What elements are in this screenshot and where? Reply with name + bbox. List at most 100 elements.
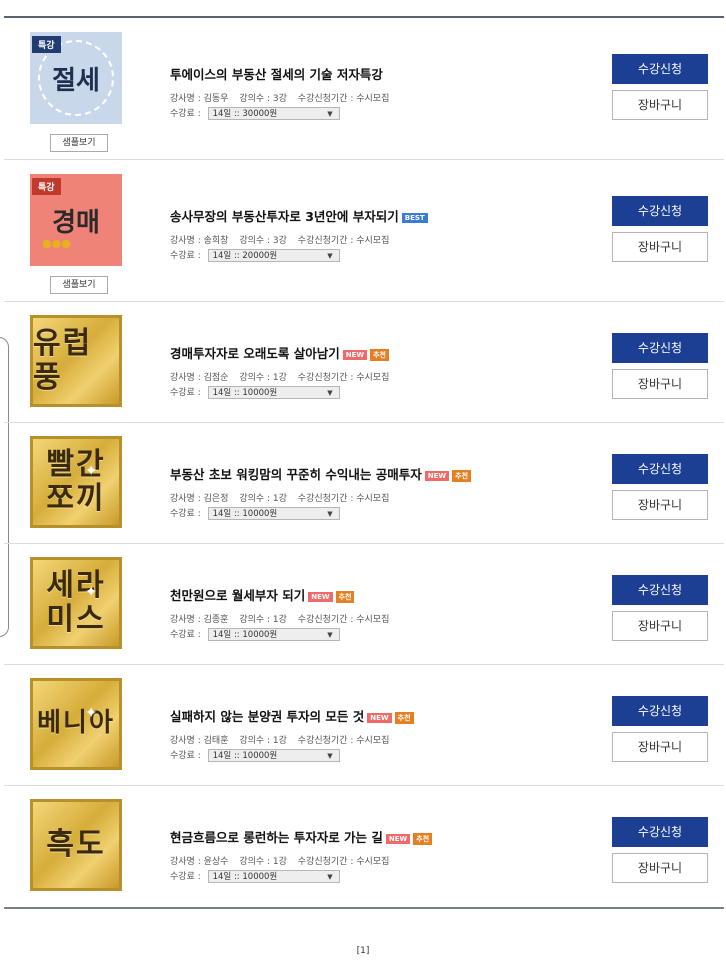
fee-select[interactable]: 14일 :: 10000원 ▼ xyxy=(207,749,340,762)
instructor-name: 강사명 : 김점순 xyxy=(170,373,229,383)
apply-button[interactable]: 수강신청 xyxy=(612,196,708,226)
course-meta: 강사명 : 김종훈 강의수 : 1강 수강신청기간 : 수시모집 xyxy=(170,612,397,625)
course-thumbnail[interactable]: 베니아 ✦ xyxy=(30,678,122,770)
dropdown-arrow-icon: ▼ xyxy=(327,873,333,881)
fee-label: 수강료 : xyxy=(170,109,201,119)
instructor-name: 강사명 : 김동우 xyxy=(170,94,229,104)
dropdown-arrow-icon: ▼ xyxy=(327,110,333,118)
best-badge: BEST xyxy=(401,212,428,223)
course-title[interactable]: 송사무장의 부동산투자로 3년안에 부자되기 BEST xyxy=(170,206,428,225)
course-thumbnail[interactable]: 특강 절세 xyxy=(30,32,122,124)
instructor-name: 강사명 : 윤상수 xyxy=(170,857,229,867)
course-title-text[interactable]: 경매투자자로 오래도록 살아남기 xyxy=(170,346,340,361)
thumbnail-label: 베니아 xyxy=(37,708,115,739)
course-row: 특강 경매 ●●● 샘플보기 송사무장의 부동산투자로 3년안에 부자되기 BES… xyxy=(4,160,724,302)
apply-button[interactable]: 수강신청 xyxy=(612,575,708,605)
fee-select[interactable]: 14일 :: 10000원 ▼ xyxy=(207,507,340,520)
apply-button[interactable]: 수강신청 xyxy=(612,696,708,726)
fee-select-value: 14일 :: 10000원 xyxy=(212,751,278,761)
course-title-text[interactable]: 천만원으로 월세부자 되기 xyxy=(170,588,305,603)
sparkle-icon: ✦ xyxy=(85,584,99,600)
course-fee: 수강료 : 14일 :: 10000원 ▼ xyxy=(170,385,340,399)
sample-view-button[interactable]: 샘플보기 xyxy=(50,276,108,294)
fee-select-value: 14일 :: 10000원 xyxy=(212,388,278,398)
course-thumbnail[interactable]: 흑도 xyxy=(30,799,122,891)
enroll-period: 수강신청기간 : 수시모집 xyxy=(297,94,390,104)
new-badge: NEW xyxy=(308,591,333,602)
lecture-count: 강의수 : 1강 xyxy=(239,494,287,504)
apply-button[interactable]: 수강신청 xyxy=(612,817,708,847)
instructor-name: 강사명 : 김태훈 xyxy=(170,736,229,746)
course-title-text[interactable]: 부동산 초보 워킹맘의 꾸준히 수익내는 공매투자 xyxy=(170,467,422,482)
course-meta: 강사명 : 김점순 강의수 : 1강 수강신청기간 : 수시모집 xyxy=(170,370,397,383)
fee-label: 수강료 : xyxy=(170,630,201,640)
course-fee: 수강료 : 14일 :: 30000원 ▼ xyxy=(170,106,340,120)
lecture-count: 강의수 : 3강 xyxy=(239,94,287,104)
cart-button[interactable]: 장바구니 xyxy=(612,90,708,120)
coins-icon: ●●● xyxy=(42,237,71,250)
course-thumbnail[interactable]: 유럽풍 xyxy=(30,315,122,407)
cart-button[interactable]: 장바구니 xyxy=(612,490,708,520)
fee-select[interactable]: 14일 :: 10000원 ▼ xyxy=(207,870,340,883)
enroll-period: 수강신청기간 : 수시모집 xyxy=(297,236,390,246)
course-title[interactable]: 경매투자자로 오래도록 살아남기 NEW 추천 xyxy=(170,343,389,362)
cart-button[interactable]: 장바구니 xyxy=(612,611,708,641)
course-title-text[interactable]: 현금흐름으로 롱런하는 투자자로 가는 길 xyxy=(170,830,383,845)
course-title[interactable]: 실패하지 않는 분양권 투자의 모든 것 NEW 추천 xyxy=(170,706,414,725)
page-link[interactable]: [1] xyxy=(357,946,370,956)
cart-button[interactable]: 장바구니 xyxy=(612,369,708,399)
course-thumbnail[interactable]: 빨간 쪼끼 ✦ xyxy=(30,436,122,528)
fee-select[interactable]: 14일 :: 30000원 ▼ xyxy=(207,107,340,120)
new-badge: NEW xyxy=(424,470,450,481)
course-thumbnail[interactable]: 특강 경매 ●●● xyxy=(30,174,122,266)
fee-label: 수강료 : xyxy=(170,509,201,519)
fee-select-value: 14일 :: 10000원 xyxy=(212,872,278,882)
fee-label: 수강료 : xyxy=(170,872,201,882)
course-title[interactable]: 현금흐름으로 롱런하는 투자자로 가는 길 NEW 추천 xyxy=(170,827,433,846)
course-row: 빨간 쪼끼 ✦ 부동산 초보 워킹맘의 꾸준히 수익내는 공매투자 NEW 추천 강… xyxy=(4,423,724,544)
recommend-badge: 추천 xyxy=(452,469,472,482)
fee-select[interactable]: 14일 :: 10000원 ▼ xyxy=(207,386,340,399)
course-thumbnail[interactable]: 세라 미스 ✦ xyxy=(30,557,122,649)
course-row: 흑도 현금흐름으로 롱런하는 투자자로 가는 길 NEW 추천 강사명 : 윤상수 … xyxy=(4,786,724,906)
course-meta: 강사명 : 김동우 강의수 : 3강 수강신청기간 : 수시모집 xyxy=(170,91,397,104)
thumbnail-label: 절세 xyxy=(52,65,100,96)
instructor-name: 강사명 : 김종훈 xyxy=(170,615,229,625)
fee-select[interactable]: 14일 :: 10000원 ▼ xyxy=(207,628,340,641)
cart-button[interactable]: 장바구니 xyxy=(612,853,708,883)
sample-view-button[interactable]: 샘플보기 xyxy=(50,134,108,152)
dropdown-arrow-icon: ▼ xyxy=(327,389,333,397)
pagination: [1] xyxy=(0,946,726,956)
course-meta: 강사명 : 송희창 강의수 : 3강 수강신청기간 : 수시모집 xyxy=(170,233,397,246)
dropdown-arrow-icon: ▼ xyxy=(327,510,333,518)
lecture-count: 강의수 : 1강 xyxy=(239,373,287,383)
course-title[interactable]: 부동산 초보 워킹맘의 꾸준히 수익내는 공매투자 NEW 추천 xyxy=(170,464,472,483)
apply-button[interactable]: 수강신청 xyxy=(612,454,708,484)
cart-button[interactable]: 장바구니 xyxy=(612,732,708,762)
new-badge: NEW xyxy=(367,712,392,723)
lecture-count: 강의수 : 1강 xyxy=(239,736,287,746)
recommend-badge: 추천 xyxy=(413,832,433,845)
lecture-count: 강의수 : 1강 xyxy=(239,615,287,625)
recommend-badge: 추천 xyxy=(370,348,389,361)
sparkle-icon: ✦ xyxy=(85,463,99,479)
cart-button[interactable]: 장바구니 xyxy=(612,232,708,262)
course-title-text[interactable]: 투에이스의 부동산 절세의 기술 저자특강 xyxy=(170,67,383,82)
fee-label: 수강료 : xyxy=(170,388,201,398)
enroll-period: 수강신청기간 : 수시모집 xyxy=(297,373,390,383)
fee-select-value: 14일 :: 30000원 xyxy=(212,109,278,119)
course-title[interactable]: 투에이스의 부동산 절세의 기술 저자특강 xyxy=(170,64,383,83)
apply-button[interactable]: 수강신청 xyxy=(612,333,708,363)
apply-button[interactable]: 수강신청 xyxy=(612,54,708,84)
thumbnail-label: 경매 xyxy=(52,207,100,238)
course-row: 베니아 ✦ 실패하지 않는 분양권 투자의 모든 것 NEW 추천 강사명 : 김태… xyxy=(4,665,724,786)
course-title-text[interactable]: 실패하지 않는 분양권 투자의 모든 것 xyxy=(170,709,364,724)
course-title[interactable]: 천만원으로 월세부자 되기 NEW 추천 xyxy=(170,585,355,604)
dropdown-arrow-icon: ▼ xyxy=(327,752,333,760)
course-title-text[interactable]: 송사무장의 부동산투자로 3년안에 부자되기 xyxy=(170,209,399,224)
thumbnail-label: 흑도 xyxy=(46,826,106,862)
fee-select[interactable]: 14일 :: 20000원 ▼ xyxy=(207,249,340,262)
recommend-badge: 추천 xyxy=(335,590,355,603)
lecture-count: 강의수 : 3강 xyxy=(239,236,287,246)
bottom-divider xyxy=(4,907,724,909)
